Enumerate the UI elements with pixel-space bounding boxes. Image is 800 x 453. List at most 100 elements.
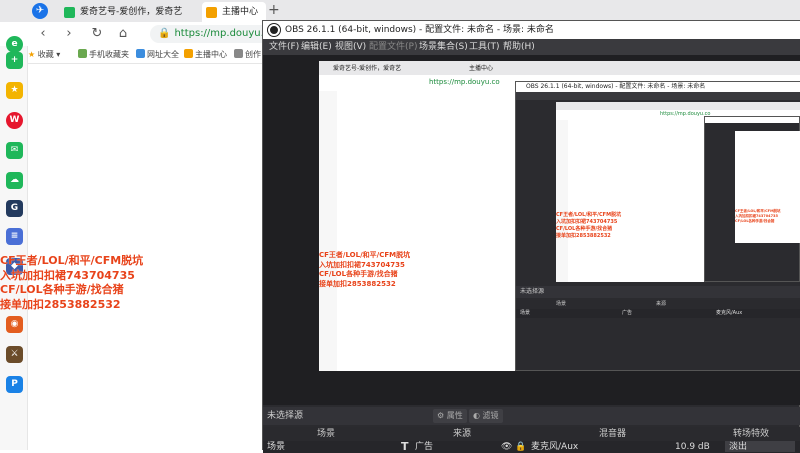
star-icon: ★ (28, 50, 36, 59)
promo-line: 入坑加扣扣裙743704735 (0, 268, 135, 282)
mixer-level: 10.9 dB (675, 442, 710, 452)
mixer-device-label: 麦克风/Aux (531, 442, 579, 452)
obs-logo-icon (268, 24, 280, 36)
bookmark-directory[interactable]: 网址大全 (136, 46, 179, 64)
tab-label: 爱奇艺号-爱创作，爱奇艺 (80, 7, 183, 17)
promo-line: 接单加扣2853882532 (556, 233, 611, 239)
nested-scene-bar: 未选择源 (516, 286, 800, 298)
filters-button[interactable]: ◐ 滤镜 (469, 409, 503, 423)
scene-item[interactable]: 场景 (267, 441, 285, 453)
nested-obs-menu (516, 92, 800, 100)
back-button[interactable]: ‹ (34, 25, 52, 43)
forward-button[interactable]: › (60, 25, 78, 43)
obs-dock-headers: 场景 来源 混音器 转场特效 (263, 427, 800, 441)
promo-line: 入坑加扣扣裙743704735 (556, 219, 618, 225)
menu-view[interactable]: 视图(V) (335, 39, 366, 55)
mail-icon[interactable]: ✉ (6, 142, 23, 159)
nested-obs-title: OBS 26.1.1 (64-bit, windows) - 配置文件: 未命名… (516, 82, 800, 92)
pdf-icon[interactable]: P (6, 376, 23, 393)
nested-tab-label: 爱奇艺号-爱创作，爱奇艺 (333, 65, 402, 72)
tab-anchor-center[interactable]: 主播中心 (202, 2, 266, 22)
phone-icon (78, 49, 87, 58)
nested-sidebar (556, 120, 568, 282)
bookmark-favorites[interactable]: ★ 收藏 ▾ (28, 46, 60, 64)
nested-obs-level2: CF王者/LOL/和平/CFM脱坑 入坑加扣扣裙743704735 CF/LOL… (704, 116, 800, 282)
nested-col-scenes: 场景 (556, 301, 567, 307)
col-transitions: 转场特效 (733, 429, 770, 439)
reload-button[interactable]: ↻ (88, 25, 106, 43)
plus-icon[interactable]: + (6, 52, 23, 69)
star-icon[interactable]: ★ (6, 82, 23, 99)
promo-line: CF王者/LOL/和平/CFM脱坑 (556, 212, 622, 218)
obs-dock-row: 场景 T 广告 👁 🔒 麦克风/Aux 10.9 dB 淡出 (263, 441, 800, 453)
obs-title: OBS 26.1.1 (64-bit, windows) - 配置文件: 未命名… (285, 25, 554, 35)
gear-icon: ⚙ (437, 411, 445, 420)
nested-address-text: https://mp.douyu.co (429, 78, 500, 86)
obs-menubar: 文件(F) 编辑(E) 视图(V) 配置文件(P) 场景集合(S) 工具(T) … (263, 39, 800, 55)
transition-select[interactable]: 淡出 (725, 441, 795, 452)
browser-sidebar: e + ★ W ✉ ☁ G ≡ ◆ ◉ ⚔ P (0, 36, 28, 450)
menu-file[interactable]: 文件(F) (269, 39, 299, 55)
promo-overlay-text: CF王者/LOL/和平/CFM脱坑 入坑加扣扣裙743704735 CF/LOL… (0, 254, 260, 312)
properties-button[interactable]: ⚙ 属性 (433, 409, 467, 423)
col-sources: 来源 (453, 429, 472, 439)
bookmark-create[interactable]: 创作 (234, 46, 261, 64)
lock-icon: 🔒 (158, 28, 171, 39)
game-icon[interactable]: G (6, 200, 23, 217)
nested-promo: CF王者/LOL/和平/CFM脱坑 入坑加扣扣裙743704735 CF/LOL… (556, 212, 621, 240)
col-mixer: 混音器 (599, 429, 627, 439)
address-bar[interactable]: 🔒 https://mp.douyu.co (150, 25, 270, 43)
game4-icon[interactable]: ⚔ (6, 346, 23, 363)
preview-capture-level2: https://mp.douyu.co CF王者/LOL/和平/CFM脱坑 入坑… (556, 102, 800, 282)
menu-scene-collection[interactable]: 场景集合(S) (419, 39, 468, 55)
no-source-selected-label: 未选择源 (267, 411, 304, 421)
obs-titlebar: OBS 26.1.1 (64-bit, windows) - 配置文件: 未命名… (263, 21, 800, 39)
nested-tab-label: 主播中心 (469, 65, 494, 72)
nested-row: 场景 广告 麦克风/Aux (516, 309, 800, 318)
lock-icon[interactable]: 🔒 (515, 441, 526, 453)
nested-titlebar: 爱奇艺号-爱创作，爱奇艺 主播中心 (319, 61, 800, 75)
preview-capture-level1: 爱奇艺号-爱创作，爱奇艺 主播中心 https://mp.douyu.co CF… (319, 61, 800, 371)
nested-obs-title-bar (705, 117, 799, 123)
promo-line: CF/LOL各种手游/找合猪 (319, 270, 398, 278)
tab-label: 主播中心 (222, 7, 259, 17)
iqiyi-favicon-icon (64, 7, 75, 18)
menu-profile[interactable]: 配置文件(P) (369, 39, 417, 55)
nested-sidebar (319, 91, 337, 371)
menu-help[interactable]: 帮助(H) (503, 39, 535, 55)
promo-line: CF/LOL各种手游/找合猪 (0, 283, 124, 296)
nested-row-mixer: 麦克风/Aux (716, 310, 743, 316)
douyu-icon (184, 49, 193, 58)
promo-line: 接单加扣2853882532 (319, 279, 396, 288)
nested-row-scene: 场景 (520, 310, 531, 316)
promo-line: 入坑加扣扣裙743704735 (319, 260, 405, 269)
tab-iqiyi[interactable]: 爱奇艺号-爱创作，爱奇艺 (60, 2, 198, 22)
col-scenes: 场景 (317, 429, 336, 439)
text-source-icon: T (401, 440, 409, 453)
home-button[interactable]: ⌂ (114, 25, 132, 43)
browser-logo-icon[interactable]: ✈ (32, 3, 48, 19)
obs-source-toolbar: 未选择源 ⚙ 属性 ◐ 滤镜 (263, 407, 800, 425)
obs-window: OBS 26.1.1 (64-bit, windows) - 配置文件: 未命名… (262, 20, 800, 453)
promo-line: CF/LOL各种手游/找合猪 (556, 226, 613, 232)
doc-icon[interactable]: ≡ (6, 228, 23, 245)
page-icon (234, 49, 243, 58)
browser-icon[interactable]: e (6, 36, 23, 53)
promo-line: 接单加扣2853882532 (0, 297, 121, 311)
new-tab-button[interactable]: + (268, 2, 280, 18)
address-text: https://mp.douyu.co (174, 28, 270, 39)
bookmark-mobile[interactable]: 手机收藏夹 (78, 46, 129, 64)
game3-icon[interactable]: ◉ (6, 316, 23, 333)
promo-line: CF王者/LOL/和平/CFM脱坑 (319, 251, 411, 259)
globe-icon (136, 49, 145, 58)
promo-line: CF/LOL各种手游/找合猪 (735, 219, 775, 223)
menu-edit[interactable]: 编辑(E) (301, 39, 332, 55)
douyu-favicon-icon (206, 7, 217, 18)
menu-tools[interactable]: 工具(T) (469, 39, 500, 55)
bookmark-anchor-center[interactable]: 主播中心 (184, 46, 227, 64)
obs-preview[interactable]: 爱奇艺号-爱创作，爱奇艺 主播中心 https://mp.douyu.co CF… (263, 55, 800, 405)
eye-icon[interactable]: 👁 (501, 441, 512, 453)
cloud-icon[interactable]: ☁ (6, 172, 23, 189)
source-item[interactable]: 广告 (415, 441, 433, 453)
weibo-icon[interactable]: W (6, 112, 23, 129)
